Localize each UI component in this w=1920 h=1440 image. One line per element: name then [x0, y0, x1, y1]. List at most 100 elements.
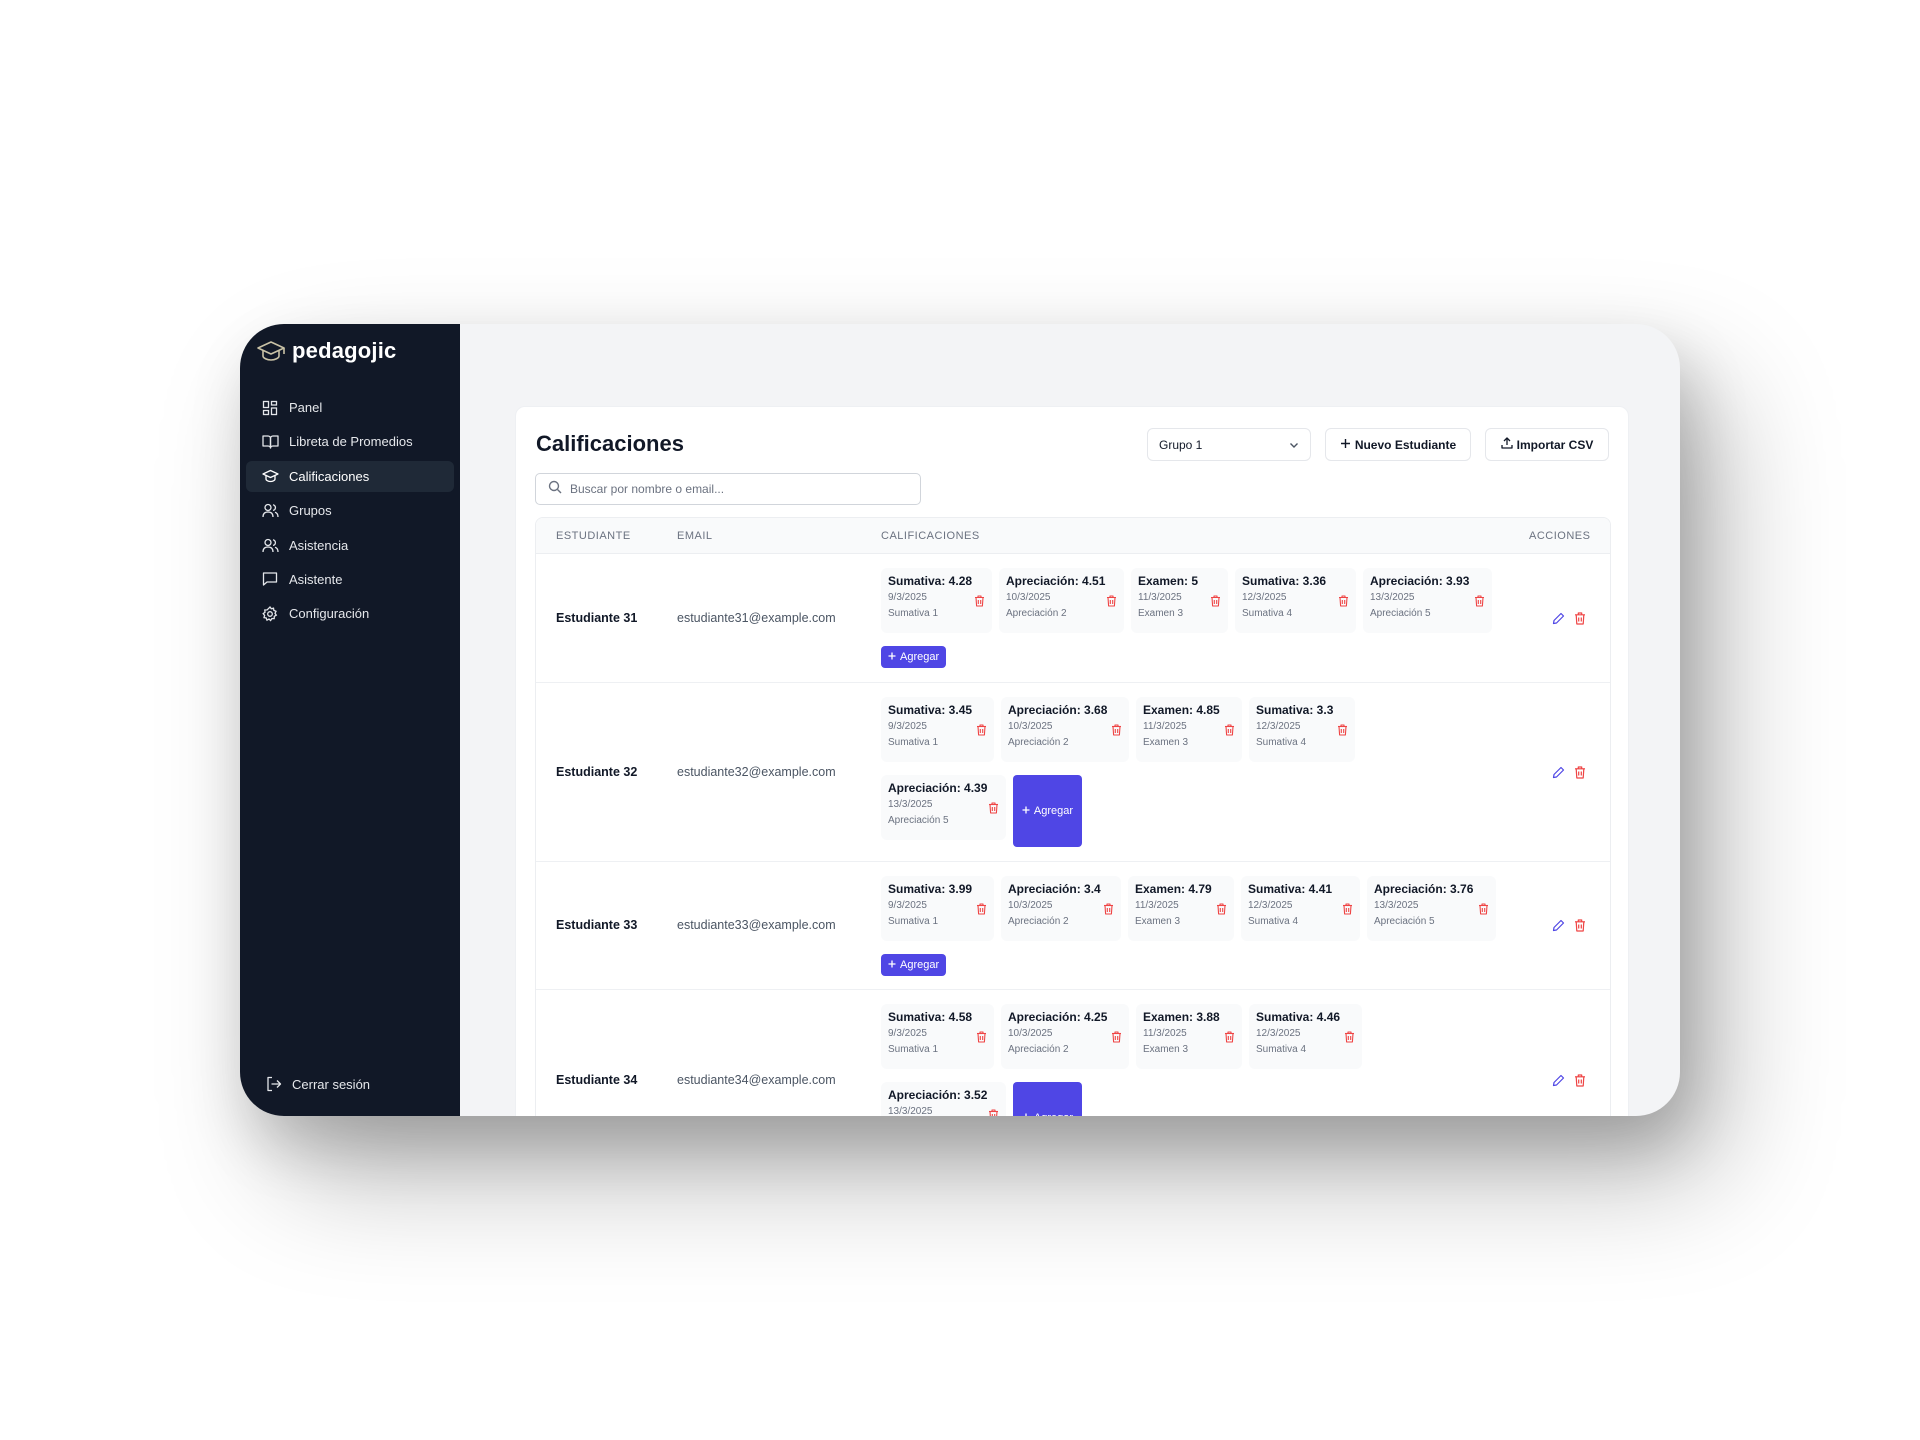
add-grade-button[interactable]: Agregar [881, 646, 947, 668]
grade-chip: Apreciación: 3.93 13/3/2025 Apreciación 5 [1363, 568, 1492, 633]
delete-grade-icon[interactable] [1224, 723, 1235, 741]
delete-grade-icon[interactable] [1474, 594, 1485, 612]
row-actions [1552, 612, 1586, 630]
delete-icon[interactable] [1574, 919, 1586, 937]
grade-date: 9/3/2025 [888, 900, 927, 911]
grade-name: Apreciación 2 [1008, 737, 1069, 748]
edit-icon[interactable] [1552, 1074, 1565, 1092]
grades-line: Sumativa: 3.99 9/3/2025 Sumativa 1 Apreciac… [881, 876, 1501, 941]
delete-grade-icon[interactable] [1478, 902, 1489, 920]
sidebar-nav: Panel Libreta de Promedios Calificacione… [246, 392, 454, 633]
grade-chip: Examen: 3.88 11/3/2025 Examen 3 [1136, 1004, 1242, 1069]
row-actions [1552, 766, 1586, 784]
grade-chip: Apreciación: 3.76 13/3/2025 Apreciación 5 [1367, 876, 1496, 941]
search-icon [548, 480, 562, 499]
search-box[interactable] [535, 473, 921, 505]
grade-name: Sumativa 1 [888, 1044, 939, 1055]
new-student-button[interactable]: Nuevo Estudiante [1325, 428, 1471, 461]
student-name: Estudiante 34 [556, 1073, 638, 1087]
student-name: Estudiante 33 [556, 918, 638, 932]
delete-grade-icon[interactable] [1111, 723, 1122, 741]
grade-value: Sumativa: 3.3 [1256, 703, 1334, 717]
delete-grade-icon[interactable] [974, 594, 985, 612]
sidebar-item-grupos[interactable]: Grupos [246, 495, 454, 526]
grade-chip: Sumativa: 3.36 12/3/2025 Sumativa 4 [1235, 568, 1356, 633]
sidebar-item-libreta[interactable]: Libreta de Promedios [246, 426, 454, 457]
add-grade-button[interactable]: Agregar [1013, 775, 1082, 847]
add-grade-label: Agregar [900, 959, 940, 971]
delete-grade-icon[interactable] [976, 723, 987, 741]
grade-date: 9/3/2025 [888, 1028, 927, 1039]
grade-value: Apreciación: 4.51 [1006, 574, 1106, 588]
grade-value: Sumativa: 3.36 [1242, 574, 1327, 588]
delete-grade-icon[interactable] [976, 902, 987, 920]
add-grade-label: Agregar [1034, 1112, 1073, 1116]
new-student-label: Nuevo Estudiante [1354, 437, 1457, 452]
sidebar-item-configuracion[interactable]: Configuración [246, 598, 454, 629]
table-row: Estudiante 31 estudiante31@example.com Sum… [536, 554, 1610, 683]
grade-value: Apreciación: 3.76 [1374, 882, 1474, 896]
sidebar-item-label: Libreta de Promedios [289, 434, 413, 450]
sidebar-item-label: Calificaciones [289, 468, 370, 484]
import-csv-button[interactable]: Importar CSV [1485, 428, 1609, 461]
edit-icon[interactable] [1552, 919, 1565, 937]
row-actions [1552, 1074, 1586, 1092]
delete-icon[interactable] [1574, 1074, 1586, 1092]
delete-grade-icon[interactable] [1111, 1030, 1122, 1048]
plus-icon [888, 651, 896, 663]
delete-grade-icon[interactable] [976, 1030, 987, 1048]
grade-value: Apreciación: 3.93 [1370, 574, 1470, 588]
delete-grade-icon[interactable] [988, 1108, 999, 1116]
student-email: estudiante32@example.com [677, 765, 836, 779]
delete-icon[interactable] [1574, 612, 1586, 630]
dashboard-icon [261, 399, 279, 417]
delete-grade-icon[interactable] [988, 801, 999, 819]
grade-name: Examen 3 [1135, 916, 1181, 927]
add-grade-button[interactable]: Agregar [1013, 1082, 1082, 1116]
edit-icon[interactable] [1552, 612, 1565, 630]
brand[interactable]: pedagojic [256, 338, 397, 364]
grade-chip: Examen: 4.79 11/3/2025 Examen 3 [1128, 876, 1234, 941]
sidebar-item-asistencia[interactable]: Asistencia [246, 530, 454, 561]
table-row: Estudiante 33 estudiante33@example.com Sum… [536, 862, 1610, 990]
grade-date: 10/3/2025 [1008, 1028, 1053, 1039]
grade-value: Sumativa: 4.46 [1256, 1010, 1341, 1024]
logout-button[interactable]: Cerrar sesión [266, 1075, 370, 1093]
delete-grade-icon[interactable] [1106, 594, 1117, 612]
grade-name: Examen 3 [1143, 1044, 1189, 1055]
delete-grade-icon[interactable] [1210, 594, 1221, 612]
group-select[interactable]: Grupo 1 [1147, 428, 1311, 461]
sidebar-item-label: Configuración [289, 606, 370, 622]
delete-grade-icon[interactable] [1216, 902, 1227, 920]
sidebar-item-calificaciones[interactable]: Calificaciones [246, 460, 454, 492]
book-icon [261, 433, 279, 451]
delete-grade-icon[interactable] [1337, 723, 1348, 741]
search-input[interactable] [570, 482, 890, 496]
grade-chip: Apreciación: 4.51 10/3/2025 Apreciación 2 [999, 568, 1124, 633]
delete-icon[interactable] [1574, 766, 1586, 784]
grade-date: 11/3/2025 [1143, 1028, 1187, 1039]
grade-value: Sumativa: 4.41 [1248, 882, 1333, 896]
plus-icon [1340, 438, 1351, 452]
edit-icon[interactable] [1552, 766, 1565, 784]
grade-value: Apreciación: 3.4 [1008, 882, 1101, 896]
sidebar-item-panel[interactable]: Panel [246, 392, 454, 423]
grade-name: Apreciación 2 [1008, 916, 1069, 927]
delete-grade-icon[interactable] [1103, 902, 1114, 920]
grade-chip: Apreciación: 3.4 10/3/2025 Apreciación 2 [1001, 876, 1121, 941]
grade-date: 10/3/2025 [1008, 721, 1053, 732]
column-header-email: EMAIL [677, 530, 713, 542]
delete-grade-icon[interactable] [1338, 594, 1349, 612]
plus-icon [1022, 805, 1030, 817]
column-header-grades: CALIFICACIONES [881, 530, 980, 542]
student-email: estudiante34@example.com [677, 1073, 836, 1087]
delete-grade-icon[interactable] [1224, 1030, 1235, 1048]
grade-date: 10/3/2025 [1008, 900, 1053, 911]
delete-grade-icon[interactable] [1344, 1030, 1355, 1048]
add-grade-button[interactable]: Agregar [881, 954, 947, 976]
sidebar-item-asistente[interactable]: Asistente [246, 564, 454, 595]
users-icon [261, 536, 279, 554]
delete-grade-icon[interactable] [1342, 902, 1353, 920]
grade-chip: Sumativa: 4.58 9/3/2025 Sumativa 1 [881, 1004, 994, 1069]
sidebar-item-label: Asistencia [289, 537, 349, 553]
